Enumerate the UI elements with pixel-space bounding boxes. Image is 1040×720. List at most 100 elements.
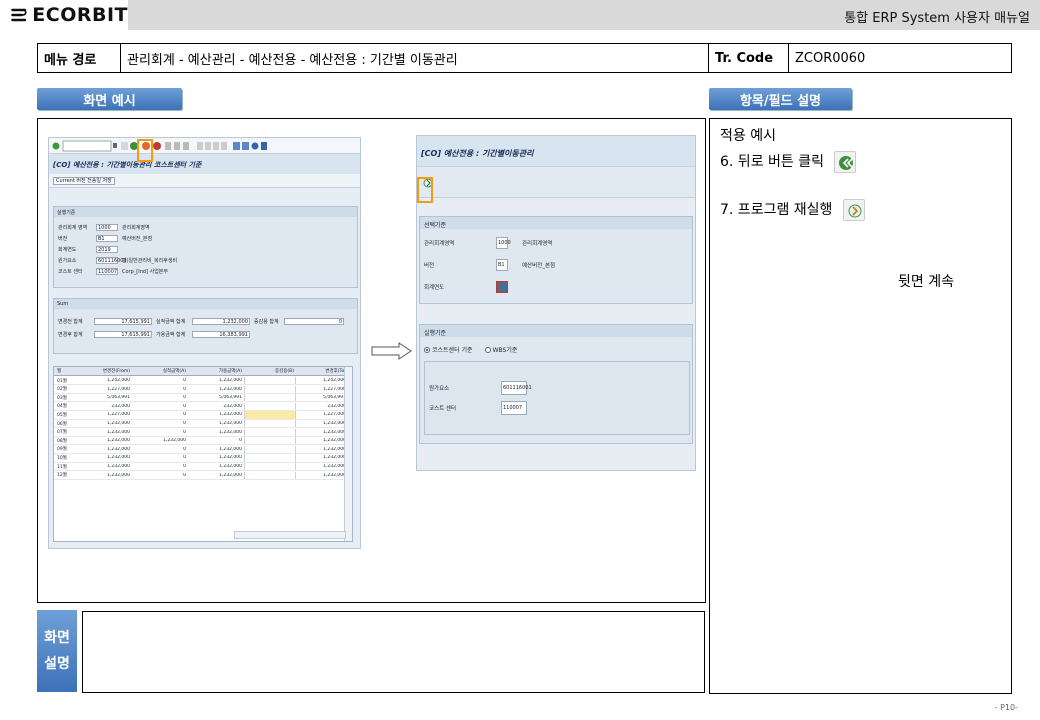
sap2-field-row: 관리회계영역 1000 관리회계영역 <box>424 237 552 249</box>
sap2-exec-field-input[interactable]: 110007 <box>501 401 527 415</box>
grid-cell: 06월 <box>57 421 67 427</box>
grid-cell[interactable] <box>244 385 296 393</box>
sap2-field-input[interactable]: 1000 <box>496 237 511 249</box>
grid-cell[interactable] <box>244 411 296 419</box>
grid-column-header[interactable]: 증감용(B) <box>244 368 296 374</box>
field-description-box: 적용 예시 6. 뒤로 버튼 클릭 7. 프로그램 재실행 뒷면 계속 <box>709 118 1012 694</box>
grid-cell: 1,232,000 <box>107 472 130 478</box>
grid-cell: 0 <box>183 455 186 461</box>
sap-field-row: 관리회계 영역 1000 관리회계영역 <box>58 223 150 231</box>
grid-cell: 5,063,991 <box>323 395 346 401</box>
sap-field-desc: 예산버전_본점 <box>122 235 153 242</box>
field-description-tab: 항목/필드 설명 <box>709 88 852 110</box>
grid-cell: 0 <box>183 403 186 409</box>
grid-cell: 01월 <box>57 378 67 384</box>
sap2-exec-field-row: 코스트 센터 110007 <box>429 401 527 415</box>
page-number: - P10- <box>994 703 1018 712</box>
grid-cell[interactable] <box>244 420 296 428</box>
grid-column-header[interactable]: 월 <box>54 368 76 374</box>
sap2-subtoolbar <box>417 166 695 198</box>
grid-cell: 02월 <box>57 387 67 393</box>
sap2-selection-group: 선택기준 관리회계영역 1000 관리회계영역 버전 B1 예산버전_본점 회계연도 <box>419 216 693 304</box>
grid-cell: 1,232,000 <box>323 455 346 461</box>
sap-screen-title: [CO] 예산전용 : 기간별이동관리 코스트센터 기준 <box>49 154 360 174</box>
sap2-field-row: 버전 B1 예산버전_본점 <box>424 259 555 271</box>
sap2-screen-title: [CO] 예산전용 : 기간별이동관리 <box>417 136 695 166</box>
sum-value: 0 <box>284 317 344 325</box>
grid-cell: 232,000 <box>327 403 346 409</box>
grid-cell: 1,232,000 <box>323 421 346 427</box>
grid-cell: 03월 <box>57 395 67 401</box>
sap-field-input[interactable]: B1 <box>96 234 118 242</box>
grid-column-header[interactable]: 실적금액(A) <box>132 368 188 374</box>
grid-column-header[interactable]: 변경후(To) <box>296 368 348 374</box>
sap2-exec-field-input[interactable]: 601116001 <box>501 381 532 395</box>
grid-cell: 0 <box>183 429 186 435</box>
screen-example-tab: 화면 예시 <box>37 88 182 110</box>
grid-cell[interactable] <box>244 471 296 479</box>
grid-column-header[interactable]: 변경전(From) <box>76 368 132 374</box>
grid-cell[interactable] <box>244 402 296 410</box>
grid-cell: 12월 <box>57 473 67 479</box>
sap-field-row: 버전 B1 예산버전_본점 <box>58 234 152 242</box>
grid-h-scrollbar[interactable] <box>234 531 346 539</box>
grid-cell[interactable] <box>244 437 296 445</box>
grid-cell: 1,232,000 <box>219 378 242 384</box>
tr-code-label: Tr. Code <box>709 44 789 72</box>
logo: ECORBIT <box>0 0 128 30</box>
grid-cell[interactable] <box>244 428 296 436</box>
sap-field-input[interactable]: 2019 <box>96 245 118 253</box>
radio-wbs[interactable] <box>484 346 491 353</box>
sum-label: 변경전 합계 <box>58 318 83 325</box>
sum-row: 변경후 합계 17,615,991 가용금액 합계 16,383,991 <box>58 330 250 338</box>
grid-cell: 1,242,000 <box>107 378 130 384</box>
table-row: 11월 1,232,000 0 1,232,000 1,232,000 <box>54 463 352 472</box>
sap2-field-label: 관리회계영역 <box>424 241 455 247</box>
table-row: 07월 1,232,000 0 1,232,000 1,232,000 <box>54 428 352 437</box>
sap2-field-input[interactable]: B1 <box>496 259 508 271</box>
sap-field-row: 코스트 센터 110007 Corp_[Ind] 사업본부 <box>58 267 168 275</box>
sum-label: 실적금액 합계 <box>156 318 186 325</box>
grid-cell: 1,232,000 <box>107 446 130 452</box>
sap-current-button[interactable]: Current 버전 전송일 저장 <box>53 177 115 185</box>
table-row: 02월 1,227,000 0 1,232,000 1,227,000 <box>54 385 352 394</box>
radio-costcenter-label: 코스트센터 기준 <box>432 347 473 354</box>
sap-sum-title: Sum <box>54 299 357 309</box>
sum-value: 16,383,991 <box>192 330 250 338</box>
grid-cell: 1,232,000 <box>107 464 130 470</box>
sap-panel-title: 실행기준 <box>54 207 357 217</box>
sap2-field-label: 버전 <box>424 263 435 269</box>
desc-line-apply: 적용 예시 <box>720 128 776 144</box>
screen-description-label-top: 화면 <box>44 630 70 646</box>
grid-cell: 1,232,000 <box>323 446 346 452</box>
radio-costcenter[interactable] <box>424 346 430 353</box>
grid-cell[interactable] <box>244 445 296 453</box>
grid-cell[interactable] <box>244 454 296 462</box>
grid-cell: 1,232,000 <box>107 438 130 444</box>
sap-field-input[interactable]: 110007 <box>96 267 118 275</box>
grid-cell[interactable] <box>244 463 296 471</box>
sap-data-grid: 월 변경전(From) 실적금액(A) 가용금액(A) 증감용(B) 변경후(To) 01… <box>53 366 353 542</box>
grid-cell[interactable] <box>244 394 296 402</box>
grid-cell: 0 <box>239 438 242 444</box>
sap-field-input[interactable]: 601116001 <box>96 256 127 264</box>
grid-cell: 1,232,000 <box>107 429 130 435</box>
grid-scrollbar[interactable] <box>344 367 352 541</box>
grid-cell: 1,227,000 <box>323 412 346 418</box>
grid-cell[interactable] <box>244 377 296 385</box>
screen-description-box <box>82 611 705 693</box>
desc-line-rerun: 7. 프로그램 재실행 <box>720 197 1001 223</box>
grid-column-header[interactable]: 가용금액(A) <box>188 368 244 374</box>
grid-cell: 1,232,000 <box>219 421 242 427</box>
grid-cell: 1,232,000 <box>107 455 130 461</box>
sap2-exec-field-label: 원가요소 <box>429 386 450 392</box>
grid-header: 월 변경전(From) 실적금액(A) 가용금액(A) 증감용(B) 변경후(To) <box>54 367 352 376</box>
grid-cell: 1,232,000 <box>163 438 186 444</box>
table-row: 08월 1,232,000 1,232,000 0 1,232,000 <box>54 437 352 446</box>
grid-cell: 1,232,000 <box>219 446 242 452</box>
sap-field-input[interactable]: 1000 <box>96 223 118 231</box>
sap2-field-input[interactable] <box>496 281 508 293</box>
sum-label: 가용금액 합계 <box>156 331 186 338</box>
menu-path-label: 메뉴 경로 <box>38 44 121 72</box>
screen-description-label-bottom: 설명 <box>44 656 70 672</box>
